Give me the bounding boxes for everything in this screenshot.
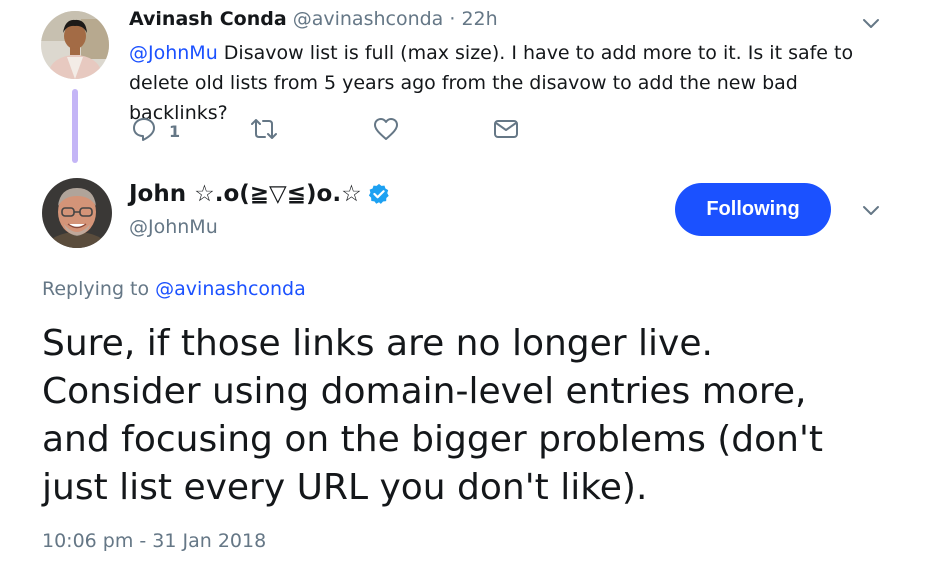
replying-to-link[interactable]: @avinashconda	[155, 278, 306, 300]
tweet-text-line: Consider using domain-level entries more…	[42, 371, 807, 412]
parent-author-handle[interactable]: @avinashconda	[293, 8, 444, 30]
parent-tweet-text: @JohnMu Disavow list is full (max size).…	[129, 38, 899, 128]
reply-icon	[133, 118, 155, 141]
following-button[interactable]: Following	[675, 183, 831, 236]
dm-icon	[494, 120, 518, 138]
tweet-text-line: Sure, if those links are no longer live.	[42, 323, 713, 364]
tweet-actions: 1	[129, 116, 549, 146]
tweet-timestamp[interactable]: 10:06 pm - 31 Jan 2018	[42, 530, 266, 552]
replying-to: Replying to @avinashconda	[42, 278, 306, 300]
like-icon	[374, 118, 398, 140]
parent-time[interactable]: 22h	[461, 8, 497, 30]
reply-count: 1	[169, 121, 181, 141]
avatar-avinash[interactable]	[41, 11, 109, 79]
parent-tweet-header: Avinash Conda @avinashconda · 22h	[129, 8, 498, 30]
replying-prefix: Replying to	[42, 278, 156, 300]
avatar-john[interactable]	[42, 178, 112, 248]
verified-badge-icon	[368, 183, 389, 204]
main-author-handle[interactable]: @JohnMu	[129, 216, 218, 238]
reply-button[interactable]: 1	[131, 116, 180, 142]
tweet-thread: Avinash Conda @avinashconda · 22h @JohnM…	[0, 0, 936, 561]
chevron-down-icon[interactable]	[860, 199, 882, 221]
direct-message-button[interactable]	[493, 116, 519, 142]
main-tweet-text: Sure, if those links are no longer live.…	[42, 320, 902, 512]
main-author-name[interactable]: John ☆.o(≧▽≦)o.☆	[129, 181, 362, 207]
avatar-image	[41, 11, 109, 79]
separator-dot: ·	[449, 8, 456, 30]
like-button[interactable]	[373, 116, 399, 142]
main-author-row: John ☆.o(≧▽≦)o.☆	[129, 181, 390, 207]
retweet-icon	[251, 119, 277, 139]
retweet-button[interactable]	[251, 116, 277, 142]
parent-tweet-body: Disavow list is full (max size). I have …	[129, 42, 854, 124]
tweet-text-line: and focusing on the bigger problems (don…	[42, 419, 824, 460]
chevron-down-icon[interactable]	[860, 12, 882, 34]
tweet-text-line: just list every URL you don't like).	[42, 467, 648, 508]
parent-mention-link[interactable]: @JohnMu	[129, 42, 218, 64]
thread-connector	[72, 89, 78, 163]
avatar-image	[42, 178, 112, 248]
parent-author-name[interactable]: Avinash Conda	[129, 8, 287, 30]
